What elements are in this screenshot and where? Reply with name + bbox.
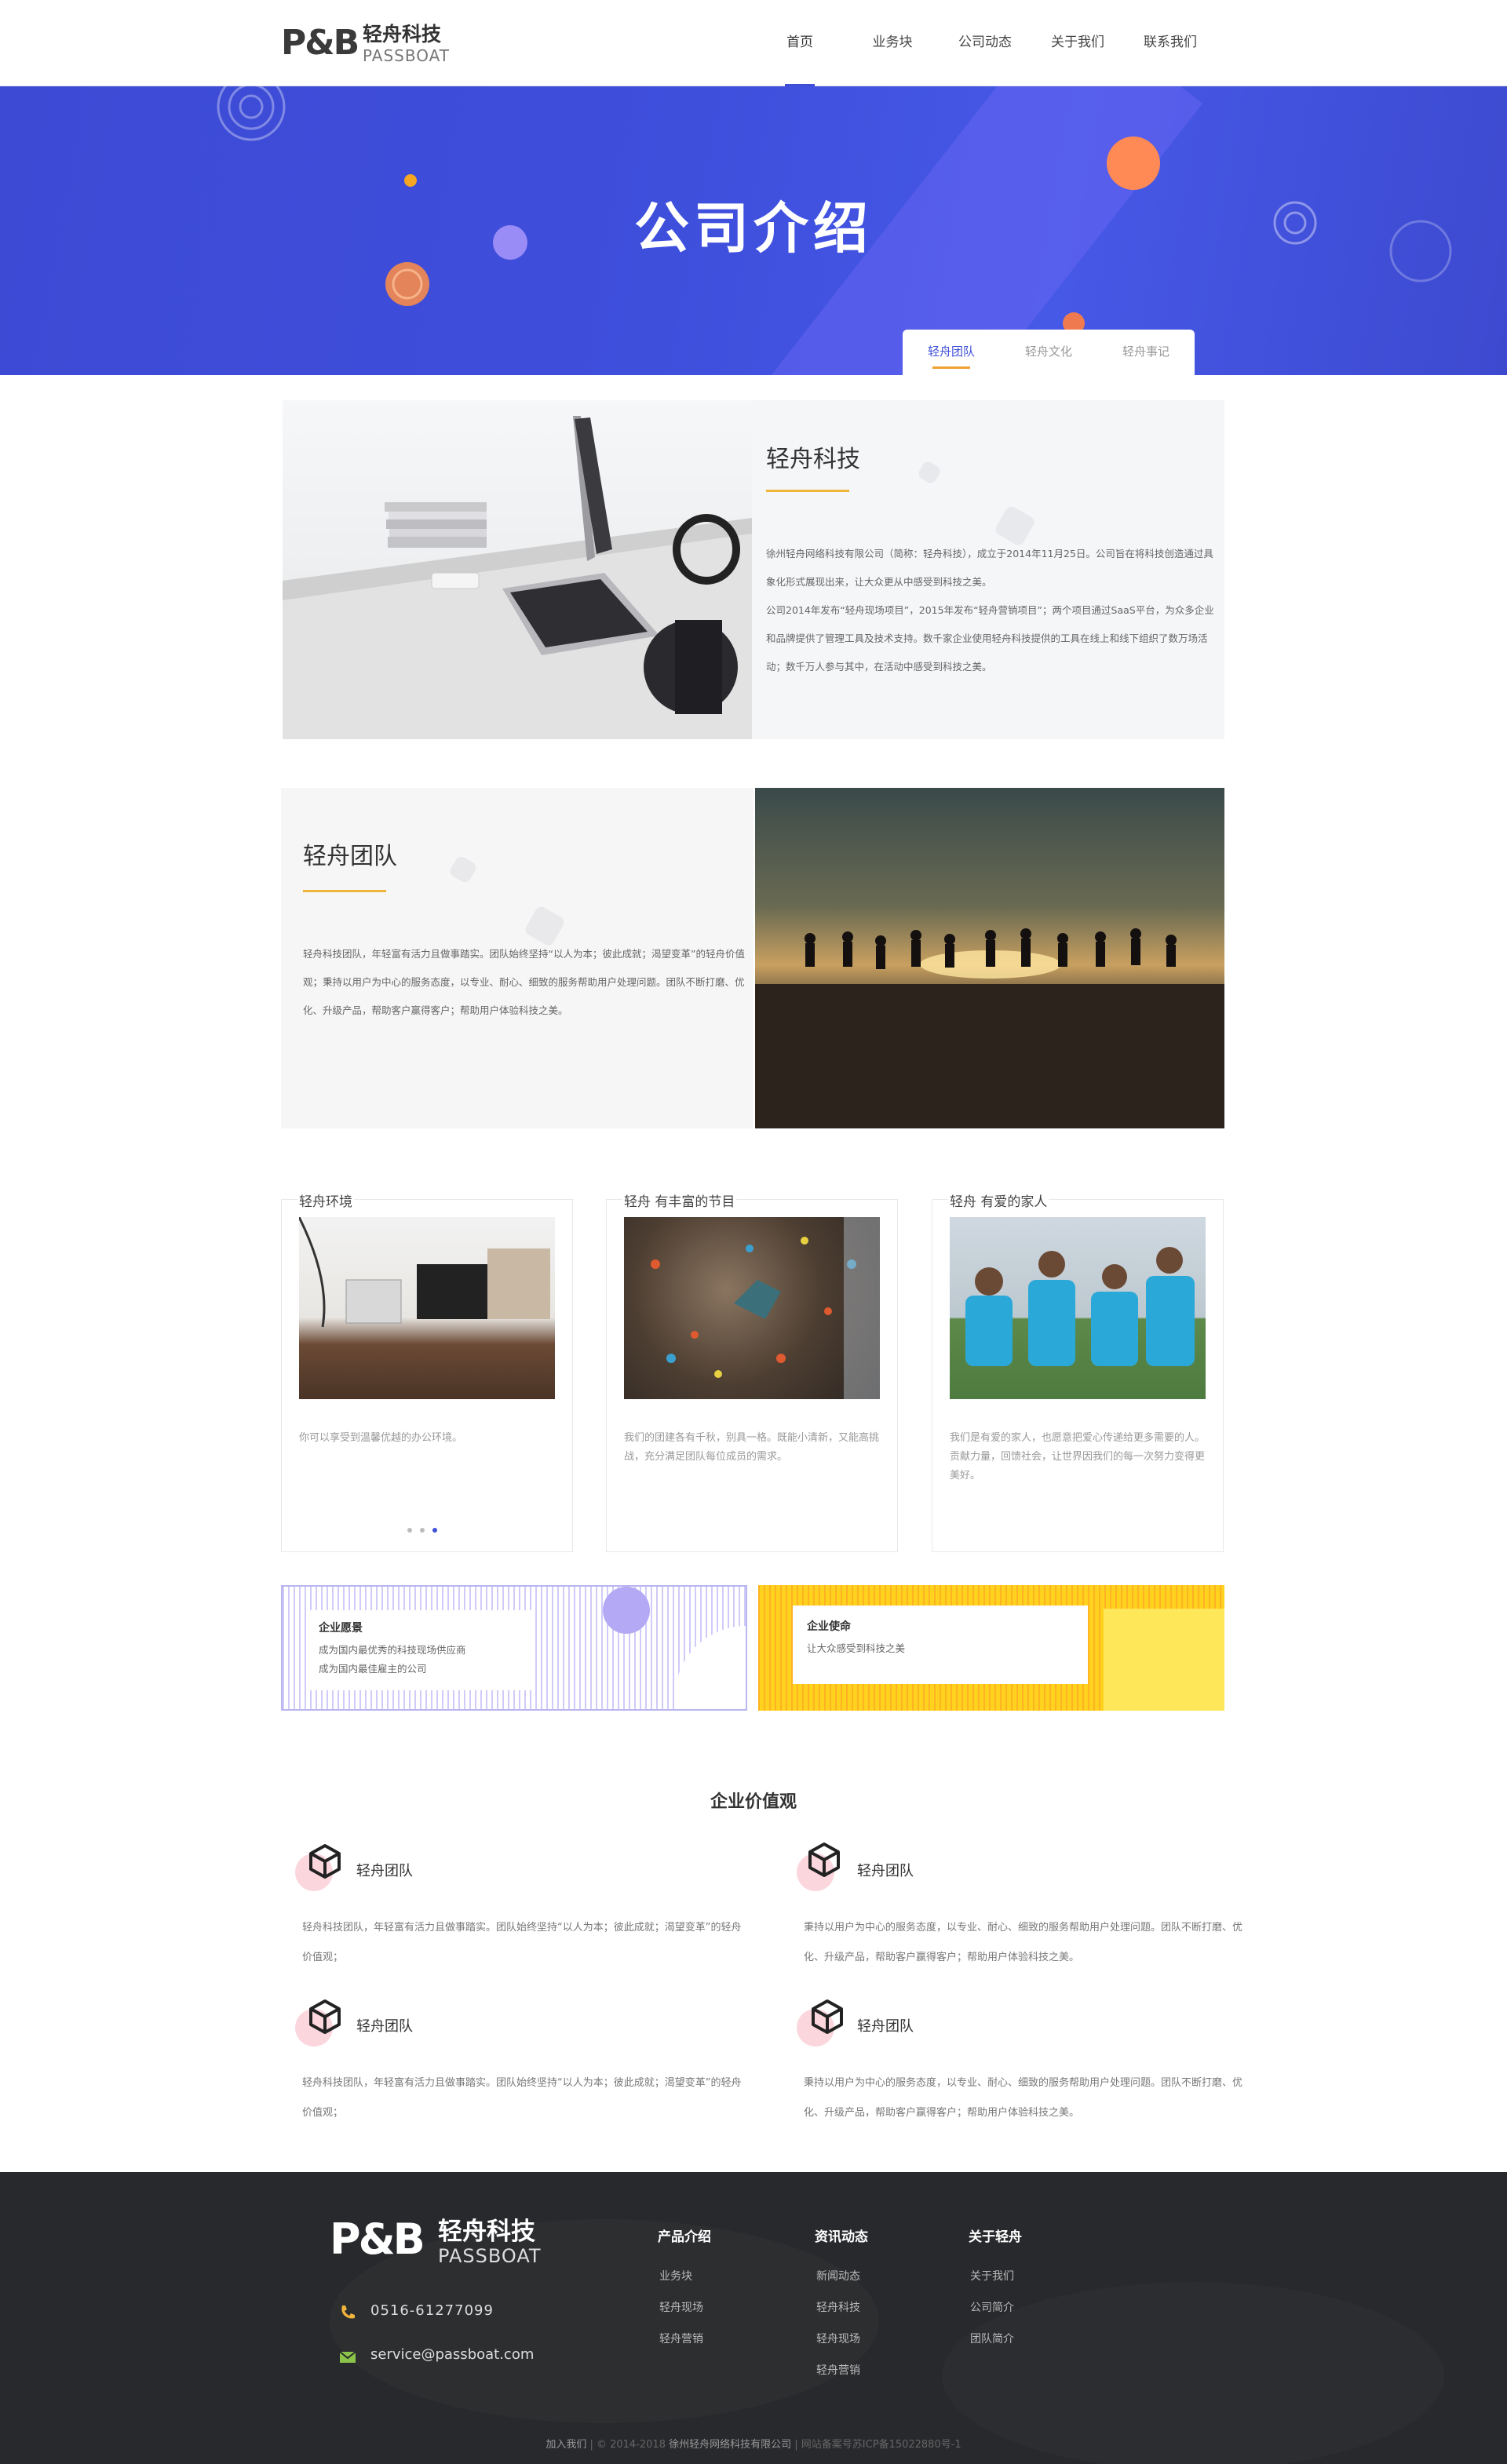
phone-icon: [341, 2305, 355, 2319]
silhouettes-illustration: [755, 928, 1224, 1128]
footer-phone[interactable]: 0516-61277099: [370, 2302, 494, 2319]
card-activities[interactable]: 轻舟 有丰富的节目 我们的团建各有千秋，别具一格。既能小清新，又能高挑战，充分满…: [606, 1190, 898, 1552]
box-icon: [309, 1844, 341, 1879]
values-title: 企业价值观: [710, 1792, 797, 1812]
section-tabs: 轻舟团队 轻舟文化 轻舟事记: [903, 330, 1195, 375]
box-icon: [812, 1999, 843, 2034]
logo-text-cn: 轻舟科技: [363, 23, 442, 46]
vision-banner: 企业愿景 成为国内最优秀的科技现场供应商 成为国内最佳雇主的公司: [281, 1585, 747, 1711]
team-title: 轻舟团队: [303, 843, 397, 870]
footer-logo-mark: P&B: [330, 2214, 425, 2264]
title-underline: [303, 890, 386, 892]
footer-logo-cn: 轻舟科技: [438, 2218, 535, 2246]
value-text: 轻舟科技团队，年轻富有活力且做事踏实。团队始终坚持“以人为本；彼此成就；渴望变革…: [302, 2077, 742, 2119]
decor-hex: [916, 459, 943, 486]
decor-hex: [447, 854, 479, 885]
carousel-dots: [407, 1528, 437, 1533]
card-text: 我们是有爱的家人，也愿意把爱心传递给更多需要的人。贡献力量，回馈社会，让世界因我…: [950, 1432, 1206, 1482]
icp-number[interactable]: 网站备案号苏ICP备15022880号-1: [801, 2439, 961, 2451]
nav-contact[interactable]: 联系我们: [1124, 0, 1217, 86]
card-environment[interactable]: 轻舟环境 你可以享受到温馨优越的办公环境。: [281, 1190, 573, 1552]
vision-line-1: 成为国内最优秀的科技现场供应商: [319, 1644, 466, 1656]
copyright-company: 徐州轻舟网络科技有限公司: [669, 2439, 792, 2451]
card-title: 轻舟 有丰富的节目: [622, 1190, 737, 1210]
vision-line-2: 成为国内最佳雇主的公司: [319, 1663, 427, 1675]
laptop-photo: [283, 400, 752, 739]
footer-email[interactable]: service@passboat.com: [370, 2346, 534, 2363]
footer-link[interactable]: 轻舟营销: [816, 2362, 860, 2378]
card-title: 轻舟 有爱的家人: [948, 1190, 1049, 1210]
card-family[interactable]: 轻舟 有爱的家人 我们是有爱的家人，也愿意把爱心传递给更多需要的人。贡献力量，回…: [932, 1190, 1224, 1552]
laptop-illustration: [283, 416, 752, 739]
footer-logo-en: PASSBOAT: [438, 2245, 542, 2267]
value-title: 轻舟团队: [857, 1863, 914, 1879]
box-icon: [309, 1999, 341, 2034]
footer-link[interactable]: 业务块: [659, 2268, 692, 2284]
site-header: P&B 轻舟科技 PASSBOAT 首页 业务块 公司动态 关于我们 联系我们: [0, 0, 1507, 86]
mail-icon: [339, 2351, 356, 2363]
footer-link[interactable]: 轻舟营销: [659, 2331, 703, 2346]
decor-circle: [603, 1587, 650, 1634]
title-underline: [766, 490, 849, 492]
card-text: 你可以享受到温馨优越的办公环境。: [299, 1432, 463, 1444]
value-title: 轻舟团队: [356, 1863, 413, 1879]
dot-active[interactable]: [432, 1528, 437, 1533]
tab-team[interactable]: 轻舟团队: [903, 330, 1000, 375]
mission-line-1: 让大众感受到科技之美: [807, 1642, 906, 1654]
card-text: 我们的团建各有千秋，别具一格。既能小清新，又能高挑战，充分满足团队每位成员的需求…: [624, 1432, 880, 1463]
mission-title: 企业使命: [807, 1620, 851, 1633]
box-icon: [808, 1843, 840, 1877]
footer-link[interactable]: 轻舟现场: [816, 2331, 860, 2346]
copyright-bar: 加入我们 | © 2014-2018 徐州轻舟网络科技有限公司 | 网站备案号苏…: [546, 2439, 961, 2451]
copyright-years: © 2014-2018: [596, 2439, 666, 2451]
value-title: 轻舟团队: [857, 2018, 914, 2035]
value-title: 轻舟团队: [356, 2018, 413, 2035]
footer-col-title: 产品介绍: [658, 2229, 711, 2245]
tab-culture[interactable]: 轻舟文化: [1000, 330, 1097, 375]
volunteers-photo: [950, 1217, 1206, 1399]
footer-link[interactable]: 轻舟科技: [816, 2299, 860, 2315]
hero-banner: 公司介绍: [0, 86, 1507, 375]
decor-block: [1104, 1609, 1224, 1711]
footer-col-title: 关于轻舟: [969, 2229, 1022, 2245]
footer-link[interactable]: 轻舟现场: [659, 2299, 703, 2315]
logo-mark: P&B: [281, 23, 359, 63]
dot[interactable]: [420, 1528, 425, 1533]
logo-text-en: PASSBOAT: [363, 46, 450, 65]
mission-banner: 企业使命 让大众感受到科技之美: [758, 1585, 1224, 1711]
page-title: 公司介绍: [634, 196, 873, 261]
nav-news[interactable]: 公司动态: [939, 0, 1031, 86]
value-text: 秉持以用户为中心的服务态度，以专业、耐心、细致的服务帮助用户处理问题。团队不断打…: [804, 1922, 1243, 1963]
footer-link[interactable]: 关于我们: [970, 2268, 1014, 2284]
site-footer: P&B 轻舟科技 PASSBOAT 0516-61277099 service@…: [0, 2172, 1507, 2464]
team-text: 轻舟科技团队，年轻富有活力且做事踏实。团队始终坚持“以人为本；彼此成就；渴望变革…: [303, 948, 745, 1016]
intro-text-1: 徐州轻舟网络科技有限公司（简称：轻舟科技），成立于2014年11月25日。公司旨…: [766, 548, 1213, 588]
footer-col-title: 资讯动态: [815, 2229, 868, 2245]
nav-home[interactable]: 首页: [754, 0, 846, 86]
nav-business[interactable]: 业务块: [846, 0, 939, 86]
intro-title: 轻舟科技: [766, 446, 860, 473]
vision-title: 企业愿景: [319, 1622, 363, 1635]
intro-section: 轻舟科技 徐州轻舟网络科技有限公司（简称：轻舟科技），成立于2014年11月25…: [283, 400, 1224, 739]
dot[interactable]: [407, 1528, 412, 1533]
card-title: 轻舟环境: [297, 1190, 354, 1210]
footer-link[interactable]: 公司简介: [970, 2299, 1014, 2315]
intro-text-2: 公司2014年发布“轻舟现场项目”，2015年发布“轻舟营销项目”；两个项目通过…: [766, 604, 1214, 672]
tab-history[interactable]: 轻舟事记: [1097, 330, 1195, 375]
footer-link[interactable]: 团队简介: [970, 2331, 1014, 2346]
nav-about[interactable]: 关于我们: [1031, 0, 1124, 86]
value-text: 轻舟科技团队，年轻富有活力且做事踏实。团队始终坚持“以人为本；彼此成就；渴望变革…: [302, 1922, 742, 1963]
climbing-photo: [624, 1217, 880, 1399]
office-photo: [299, 1217, 555, 1399]
logo[interactable]: P&B 轻舟科技 PASSBOAT: [281, 22, 449, 66]
value-text: 秉持以用户为中心的服务态度，以专业、耐心、细致的服务帮助用户处理问题。团队不断打…: [804, 2077, 1243, 2119]
footer-link[interactable]: 新闻动态: [816, 2268, 860, 2284]
team-section: 轻舟团队 轻舟科技团队，年轻富有活力且做事踏实。团队始终坚持“以人为本；彼此成就…: [281, 788, 754, 1128]
join-us-link[interactable]: 加入我们: [546, 2439, 586, 2451]
team-photo: [755, 788, 1224, 1128]
main-nav: 首页 业务块 公司动态 关于我们 联系我们: [754, 0, 1217, 86]
